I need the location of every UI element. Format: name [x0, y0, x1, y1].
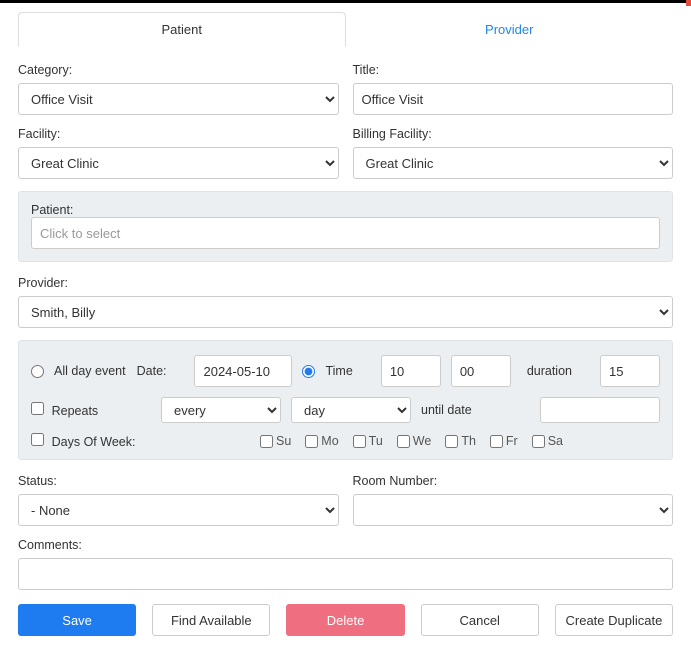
- label-patient: Patient:: [31, 203, 73, 217]
- day-fr-label: Fr: [506, 434, 518, 448]
- time-minute-input[interactable]: [451, 355, 511, 387]
- button-bar: Save Find Available Delete Cancel Create…: [18, 604, 673, 636]
- day-sa-label: Sa: [548, 434, 563, 448]
- form-container: Patient Provider Category: Office Visit …: [0, 3, 691, 654]
- duration-input[interactable]: [600, 355, 660, 387]
- day-we-label: We: [413, 434, 432, 448]
- label-category: Category:: [18, 63, 339, 77]
- day-mo-label: Mo: [321, 434, 338, 448]
- repeat-frequency-select[interactable]: every: [161, 397, 281, 423]
- save-button[interactable]: Save: [18, 604, 136, 636]
- day-th-checkbox[interactable]: [445, 435, 458, 448]
- time-hour-input[interactable]: [381, 355, 441, 387]
- day-fr-checkbox[interactable]: [490, 435, 503, 448]
- delete-button[interactable]: Delete: [286, 604, 404, 636]
- label-repeats: Repeats: [52, 404, 99, 418]
- day-mo-checkbox[interactable]: [305, 435, 318, 448]
- status-select[interactable]: - None: [18, 494, 339, 526]
- facility-select[interactable]: Great Clinic: [18, 147, 339, 179]
- label-days-of-week: Days Of Week:: [52, 435, 136, 449]
- time-radio[interactable]: [302, 365, 315, 378]
- label-title: Title:: [353, 63, 674, 77]
- cancel-button[interactable]: Cancel: [421, 604, 539, 636]
- title-input[interactable]: [353, 83, 674, 115]
- label-all-day: All day event: [54, 364, 126, 378]
- day-tu-label: Tu: [369, 434, 383, 448]
- comments-input[interactable]: [18, 558, 673, 590]
- create-duplicate-button[interactable]: Create Duplicate: [555, 604, 673, 636]
- repeats-checkbox[interactable]: [31, 402, 44, 415]
- tab-patient[interactable]: Patient: [18, 12, 346, 47]
- label-time: Time: [325, 364, 352, 378]
- label-status: Status:: [18, 474, 339, 488]
- label-facility: Facility:: [18, 127, 339, 141]
- day-su-label: Su: [276, 434, 291, 448]
- day-sa-checkbox[interactable]: [532, 435, 545, 448]
- label-comments: Comments:: [18, 538, 673, 552]
- day-th-label: Th: [461, 434, 476, 448]
- all-day-radio[interactable]: [31, 365, 44, 378]
- label-until-date: until date: [421, 403, 472, 417]
- window-top-border: [0, 0, 691, 3]
- patient-input[interactable]: [31, 217, 660, 249]
- provider-select[interactable]: Smith, Billy: [18, 296, 673, 328]
- patient-panel: Patient:: [18, 191, 673, 262]
- timing-panel: All day event Date: Time duration: [18, 340, 673, 460]
- repeat-unit-select[interactable]: day: [291, 397, 411, 423]
- billing-facility-select[interactable]: Great Clinic: [353, 147, 674, 179]
- day-tu-checkbox[interactable]: [353, 435, 366, 448]
- label-date: Date:: [137, 364, 167, 378]
- label-room-number: Room Number:: [353, 474, 674, 488]
- tab-provider[interactable]: Provider: [346, 12, 674, 47]
- find-available-button[interactable]: Find Available: [152, 604, 270, 636]
- label-duration: duration: [527, 364, 572, 378]
- category-select[interactable]: Office Visit: [18, 83, 339, 115]
- day-su-checkbox[interactable]: [260, 435, 273, 448]
- days-of-week-checkbox[interactable]: [31, 433, 44, 446]
- label-billing-facility: Billing Facility:: [353, 127, 674, 141]
- room-number-select[interactable]: [353, 494, 674, 526]
- until-date-input: [540, 397, 660, 423]
- day-we-checkbox[interactable]: [397, 435, 410, 448]
- label-provider: Provider:: [18, 276, 673, 290]
- tab-bar: Patient Provider: [18, 11, 673, 47]
- date-input[interactable]: [194, 355, 292, 387]
